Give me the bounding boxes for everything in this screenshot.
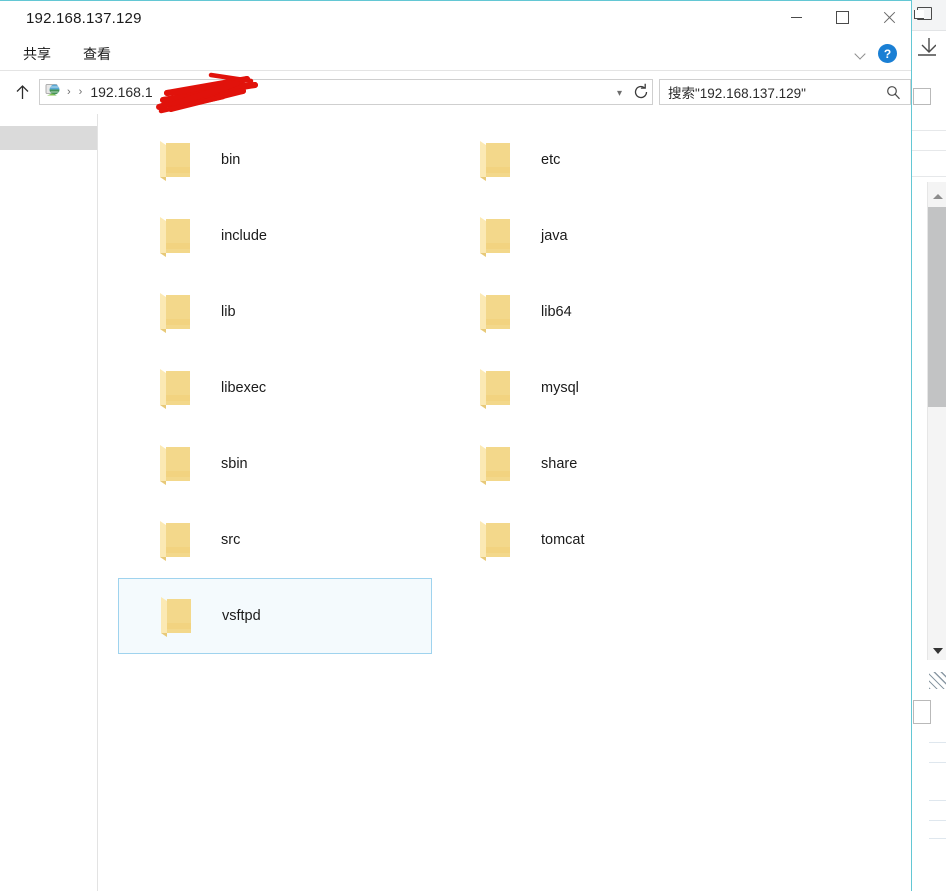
file-item-mysql[interactable]: mysql [438,350,752,426]
close-button[interactable] [865,1,911,33]
file-item-label: libexec [221,380,267,396]
close-icon [882,11,895,24]
folder-icon [476,365,518,411]
file-item-libexec[interactable]: libexec [118,350,432,426]
scrollbar-thumb[interactable] [928,207,946,407]
file-item-src[interactable]: src [118,502,432,578]
file-item-label: bin [221,152,241,168]
background-window[interactable] [908,0,946,891]
tab-view[interactable]: 查看 [67,37,127,70]
background-window-cell [913,700,931,724]
scroll-down-arrow-icon[interactable] [933,648,943,654]
sidebar-item-drive-d[interactable]: 磁盘 (D:) [0,560,97,584]
tab-share[interactable]: 共享 [7,37,67,70]
search-input[interactable]: 搜索"192.168.137.129" [668,82,806,102]
maximize-button[interactable] [819,1,865,33]
scroll-up-arrow-icon[interactable] [933,194,943,199]
help-button[interactable]: ? [878,44,897,63]
file-item-label: java [541,228,568,244]
address-dropdown-icon[interactable]: ▾ [617,88,622,99]
folder-icon [476,289,518,335]
file-list-view[interactable]: bin etc include java lib lib64 libexec m… [98,114,911,891]
file-item-label: lib64 [541,304,572,320]
background-window-divider [929,742,946,743]
file-item-vsftpd[interactable]: vsftpd [118,578,432,654]
folder-icon [156,517,198,563]
breadcrumb-separator[interactable]: › [67,86,71,98]
search-icon[interactable] [886,85,901,100]
folder-icon [476,517,518,563]
folder-icon [476,441,518,487]
sidebar-item-pictures[interactable]: 像 [0,299,97,323]
file-item-label: tomcat [541,532,585,548]
file-item-lib64[interactable]: lib64 [438,274,752,350]
navigation-pane[interactable]: 问 rive 盘 c 像 168.137.129 磁盘 (C:) 磁盘 (D:) [0,114,98,891]
ribbon-tab-bar: 页 共享 查看 ? [0,37,911,71]
address-bar[interactable]: › › 192.168.1 ▾ [39,79,653,105]
window-controls [773,1,911,33]
breadcrumb-path[interactable]: 192.168.1 [90,84,152,100]
folder-icon [476,213,518,259]
maximize-icon [835,10,849,24]
sidebar-item-music[interactable]: c [0,266,97,290]
network-location-icon [45,83,63,101]
folder-icon [156,289,198,335]
chevron-down-icon[interactable] [854,47,868,61]
ribbon-right-controls: ? [854,37,903,70]
address-bar-row: › › 192.168.1 ▾ 搜索"192.168.137.129" [0,71,911,113]
sidebar-item-network-host[interactable]: 168.137.129 [0,329,97,353]
file-explorer-window: ▾ 192.168.137.129 页 共享 [0,0,912,891]
folder-icon [476,137,518,183]
refresh-icon[interactable] [631,82,651,102]
file-item-lib[interactable]: lib [118,274,432,350]
restore-window-icon[interactable] [914,7,932,20]
folder-icon [156,137,198,183]
window-title: 192.168.137.129 [26,10,142,27]
download-arrow-icon[interactable] [916,38,937,60]
file-item-label: include [221,228,267,244]
folder-icon [156,365,198,411]
background-window-cell [913,88,931,105]
breadcrumb-separator[interactable]: › [79,86,83,98]
tab-home[interactable]: 页 [0,37,7,70]
file-item-java[interactable]: java [438,198,752,274]
sidebar-item-drive-e[interactable]: 磁盘 (E:) [0,591,97,615]
sidebar-item-this-pc[interactable]: 盘 [0,219,97,243]
background-window-divider [929,820,946,821]
file-item-tomcat[interactable]: tomcat [438,502,752,578]
file-item-etc[interactable]: etc [438,122,752,198]
sidebar-item-drive-c[interactable]: 磁盘 (C:) [0,529,97,553]
background-window-divider [909,150,946,151]
file-item-sbin[interactable]: sbin [118,426,432,502]
file-item-label: sbin [221,456,248,472]
minimize-icon [790,16,802,18]
file-item-share[interactable]: share [438,426,752,502]
file-item-include[interactable]: include [118,198,432,274]
folder-icon [157,593,199,639]
file-item-label: share [541,456,578,472]
background-window-divider [909,130,946,131]
background-window-divider [929,762,946,763]
title-bar: ▾ 192.168.137.129 [0,1,911,37]
folder-icon [156,213,198,259]
folder-icon [156,441,198,487]
ribbon-tabs: 页 共享 查看 [0,37,127,70]
file-item-label: lib [221,304,236,320]
file-item-label: etc [541,152,561,168]
search-box[interactable]: 搜索"192.168.137.129" [659,79,911,105]
background-window-divider [909,176,946,177]
sidebar-item-onedrive[interactable]: rive [0,178,97,202]
screenshot-root: ▾ 192.168.137.129 页 共享 [0,0,946,891]
file-item-label: src [221,532,241,548]
file-item-bin[interactable]: bin [118,122,432,198]
background-window-divider [929,838,946,839]
sidebar-item-quick-access[interactable]: 问 [0,126,97,150]
sidebar-item-drive-f[interactable]: 磁盘 (F:) [0,622,97,646]
file-item-label: mysql [541,380,579,396]
minimize-button[interactable] [773,1,819,33]
file-item-label: vsftpd [222,608,261,624]
background-window-divider [929,800,946,801]
arrow-up-icon[interactable] [11,81,33,103]
hatched-pattern-icon [929,672,946,689]
